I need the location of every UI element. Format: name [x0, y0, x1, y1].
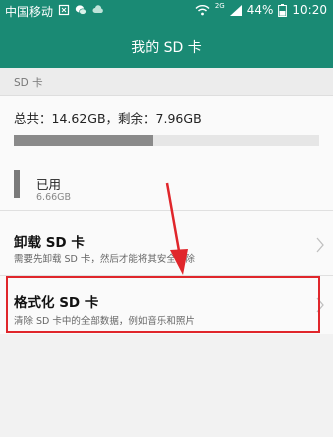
- highlight-box: [6, 276, 320, 333]
- sim-card-icon: [58, 4, 70, 16]
- section-label: SD 卡: [14, 77, 43, 89]
- used-legend-swatch: [14, 170, 20, 198]
- clock-time: 10:20: [292, 3, 327, 17]
- chevron-right-icon: [316, 237, 324, 253]
- unmount-sd-desc: 需要先卸载 SD 卡，然后才能将其安全移除: [14, 254, 195, 265]
- unmount-sd-item[interactable]: 卸载 SD 卡 需要先卸载 SD 卡，然后才能将其安全移除: [0, 211, 333, 275]
- usage-bar: [14, 135, 319, 146]
- carrier-name: 中国移动: [5, 5, 54, 19]
- used-size: 6.66GB: [36, 192, 72, 203]
- used-label: 已用: [36, 177, 62, 192]
- page-title: 我的 SD 卡: [131, 40, 202, 56]
- battery-percent: 44%: [246, 3, 274, 17]
- signal-icon: [229, 4, 242, 16]
- battery-icon: [278, 3, 288, 17]
- status-bar: 中国移动 2G 44% 10:20: [0, 0, 333, 22]
- title-bar: 我的 SD 卡: [0, 22, 333, 68]
- network-type-label: 2G: [214, 2, 225, 10]
- cloud-icon: [92, 5, 103, 13]
- usage-bar-fill: [14, 135, 153, 146]
- storage-panel: 总共：14.62GB，剩余：7.96GB 已用 6.66GB: [0, 96, 333, 210]
- empty-area: [0, 336, 333, 437]
- section-header: SD 卡: [0, 68, 333, 96]
- wechat-icon: [75, 5, 87, 15]
- wifi-icon: [195, 5, 210, 16]
- unmount-sd-title: 卸载 SD 卡: [14, 235, 85, 251]
- storage-summary: 总共：14.62GB，剩余：7.96GB: [14, 111, 202, 126]
